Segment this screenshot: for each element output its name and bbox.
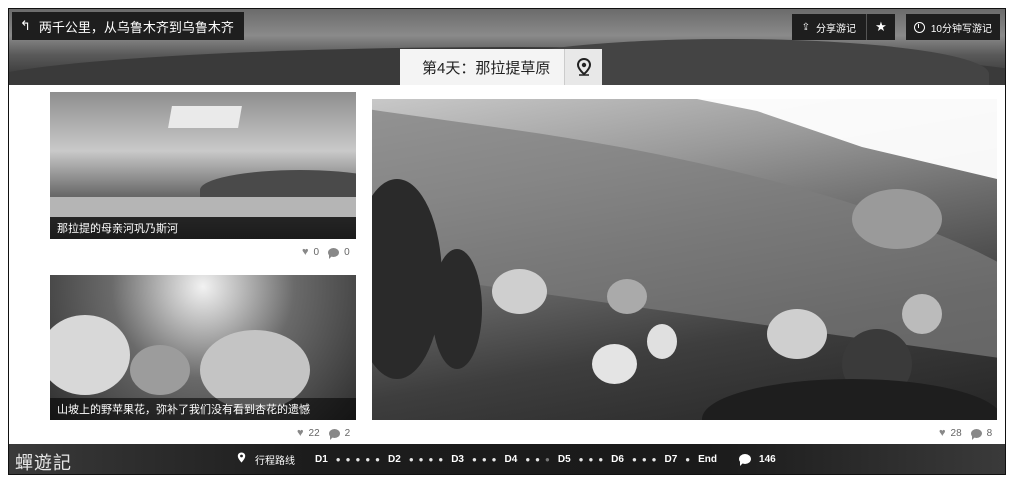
route-dot[interactable]: ● [429, 455, 434, 464]
route-dot[interactable]: ● [472, 455, 477, 464]
write-label: 10分钟写游记 [930, 23, 992, 35]
route-dot[interactable]: ● [652, 455, 657, 464]
day-title-bar: 第4天：那拉提草原 [400, 49, 603, 85]
share-star-group: ⇪ 分享游记 ★ [791, 14, 895, 40]
photo-stats: ♥ 22 2 [297, 427, 351, 440]
location-pin-icon [576, 58, 591, 76]
comment-icon[interactable] [970, 428, 982, 440]
route-dot[interactable]: ● [365, 455, 370, 464]
day-link-d7[interactable]: D7 [665, 454, 678, 465]
route-dot[interactable]: ● [598, 455, 603, 464]
day-link-d1[interactable]: D1 [315, 454, 328, 465]
photo-tree [902, 294, 942, 334]
route-dot[interactable]: ● [535, 455, 540, 464]
footer-bar: 蟬遊記 行程路线 D1 ● ● ● ● ● D2 ● ● ● ● D3 ● ● ● D4 ● ● ● … [9, 444, 1005, 474]
route-dot[interactable]: ● [419, 455, 424, 464]
share-icon: ⇪ [801, 21, 810, 33]
route-dot[interactable]: ● [642, 455, 647, 464]
back-button[interactable]: ↰ 两千公里，从乌鲁木齐到乌鲁木齐 [12, 12, 244, 40]
day-link-end[interactable]: End [698, 454, 717, 465]
day-title: 第4天：那拉提草原 [400, 49, 565, 85]
route-dot[interactable]: ● [632, 455, 637, 464]
photo-caption: 那拉提的母亲河巩乃斯河 [50, 217, 356, 239]
photo-tree [50, 315, 130, 395]
header-banner: ↰ 两千公里，从乌鲁木齐到乌鲁木齐 ⇪ 分享游记 ★ 10分钟写游记 第4天：那… [9, 9, 1005, 85]
route-dot[interactable]: ● [492, 455, 497, 464]
photo-river-water [50, 197, 356, 217]
share-button[interactable]: ⇪ 分享游记 [792, 14, 867, 40]
route-dot[interactable]: ● [685, 455, 690, 464]
like-count: 22 [308, 427, 320, 439]
comment-count: 2 [344, 427, 351, 439]
photo-apple-blossoms[interactable]: 山坡上的野苹果花，弥补了我们没有看到杏花的遗憾 [50, 275, 356, 420]
route-dot[interactable]: ● [336, 455, 341, 464]
route-dot[interactable]: ● [579, 455, 584, 464]
comment-icon[interactable] [739, 454, 752, 466]
photo-river[interactable]: 那拉提的母亲河巩乃斯河 [50, 92, 356, 239]
site-logo[interactable]: 蟬遊記 [15, 449, 72, 474]
photo-tree [647, 324, 677, 359]
route-label[interactable]: 行程路线 [255, 452, 295, 467]
travelogue-page: ↰ 两千公里，从乌鲁木齐到乌鲁木齐 ⇪ 分享游记 ★ 10分钟写游记 第4天：那… [8, 8, 1006, 475]
photo-tree [130, 345, 190, 395]
photo-stats: ♥ 28 8 [939, 427, 993, 440]
heart-icon[interactable]: ♥ [939, 427, 946, 439]
route-dot[interactable]: ● [346, 455, 351, 464]
photo-tree [432, 249, 482, 369]
location-pin-icon [237, 452, 246, 466]
total-comment-count[interactable]: 146 [759, 454, 776, 465]
heart-icon[interactable]: ♥ [302, 246, 309, 258]
day-link-d4[interactable]: D4 [505, 454, 518, 465]
photo-tree [607, 279, 647, 314]
photo-stats: ♥ 0 0 [302, 246, 350, 259]
route-dot[interactable]: ● [409, 455, 414, 464]
back-arrow-icon: ↰ [20, 18, 31, 33]
photo-grassland-main[interactable] [372, 99, 997, 420]
day-link-d5[interactable]: D5 [558, 454, 571, 465]
route-dot[interactable]: ● [482, 455, 487, 464]
day-link-d3[interactable]: D3 [451, 454, 464, 465]
photo-tree [492, 269, 547, 314]
heart-icon[interactable]: ♥ [297, 427, 304, 439]
comment-count: 8 [986, 427, 993, 439]
route-dot[interactable]: ● [438, 455, 443, 464]
photo-foreground-shadow [702, 379, 997, 420]
photo-tree [767, 309, 827, 359]
map-location-button[interactable] [564, 49, 603, 85]
photo-tree [852, 189, 942, 249]
route-dot[interactable]: ● [545, 455, 550, 464]
route-dot[interactable]: ● [355, 455, 360, 464]
clock-icon [913, 21, 925, 33]
route-dot[interactable]: ● [375, 455, 380, 464]
write-travelogue-button[interactable]: 10分钟写游记 [905, 14, 1000, 40]
route-dot[interactable]: ● [588, 455, 593, 464]
photo-cloud [168, 106, 242, 128]
comment-count: 0 [344, 246, 350, 258]
photo-caption: 山坡上的野苹果花，弥补了我们没有看到杏花的遗憾 [50, 398, 356, 420]
route-dot[interactable]: ● [525, 455, 530, 464]
star-icon: ★ [875, 19, 887, 34]
favorite-button[interactable]: ★ [867, 19, 895, 35]
photo-sky [697, 99, 997, 179]
day-link-d2[interactable]: D2 [388, 454, 401, 465]
photo-tree [592, 344, 637, 384]
comment-icon[interactable] [328, 247, 340, 259]
like-count: 28 [950, 427, 962, 439]
route-nav: 行程路线 D1 ● ● ● ● ● D2 ● ● ● ● D3 ● ● ● D4 ● ● ● D5 ●… [237, 444, 779, 474]
comment-icon[interactable] [328, 428, 340, 440]
trip-title: 两千公里，从乌鲁木齐到乌鲁木齐 [38, 19, 234, 35]
day-link-d6[interactable]: D6 [611, 454, 624, 465]
like-count: 0 [313, 246, 320, 258]
share-label: 分享游记 [816, 23, 856, 35]
